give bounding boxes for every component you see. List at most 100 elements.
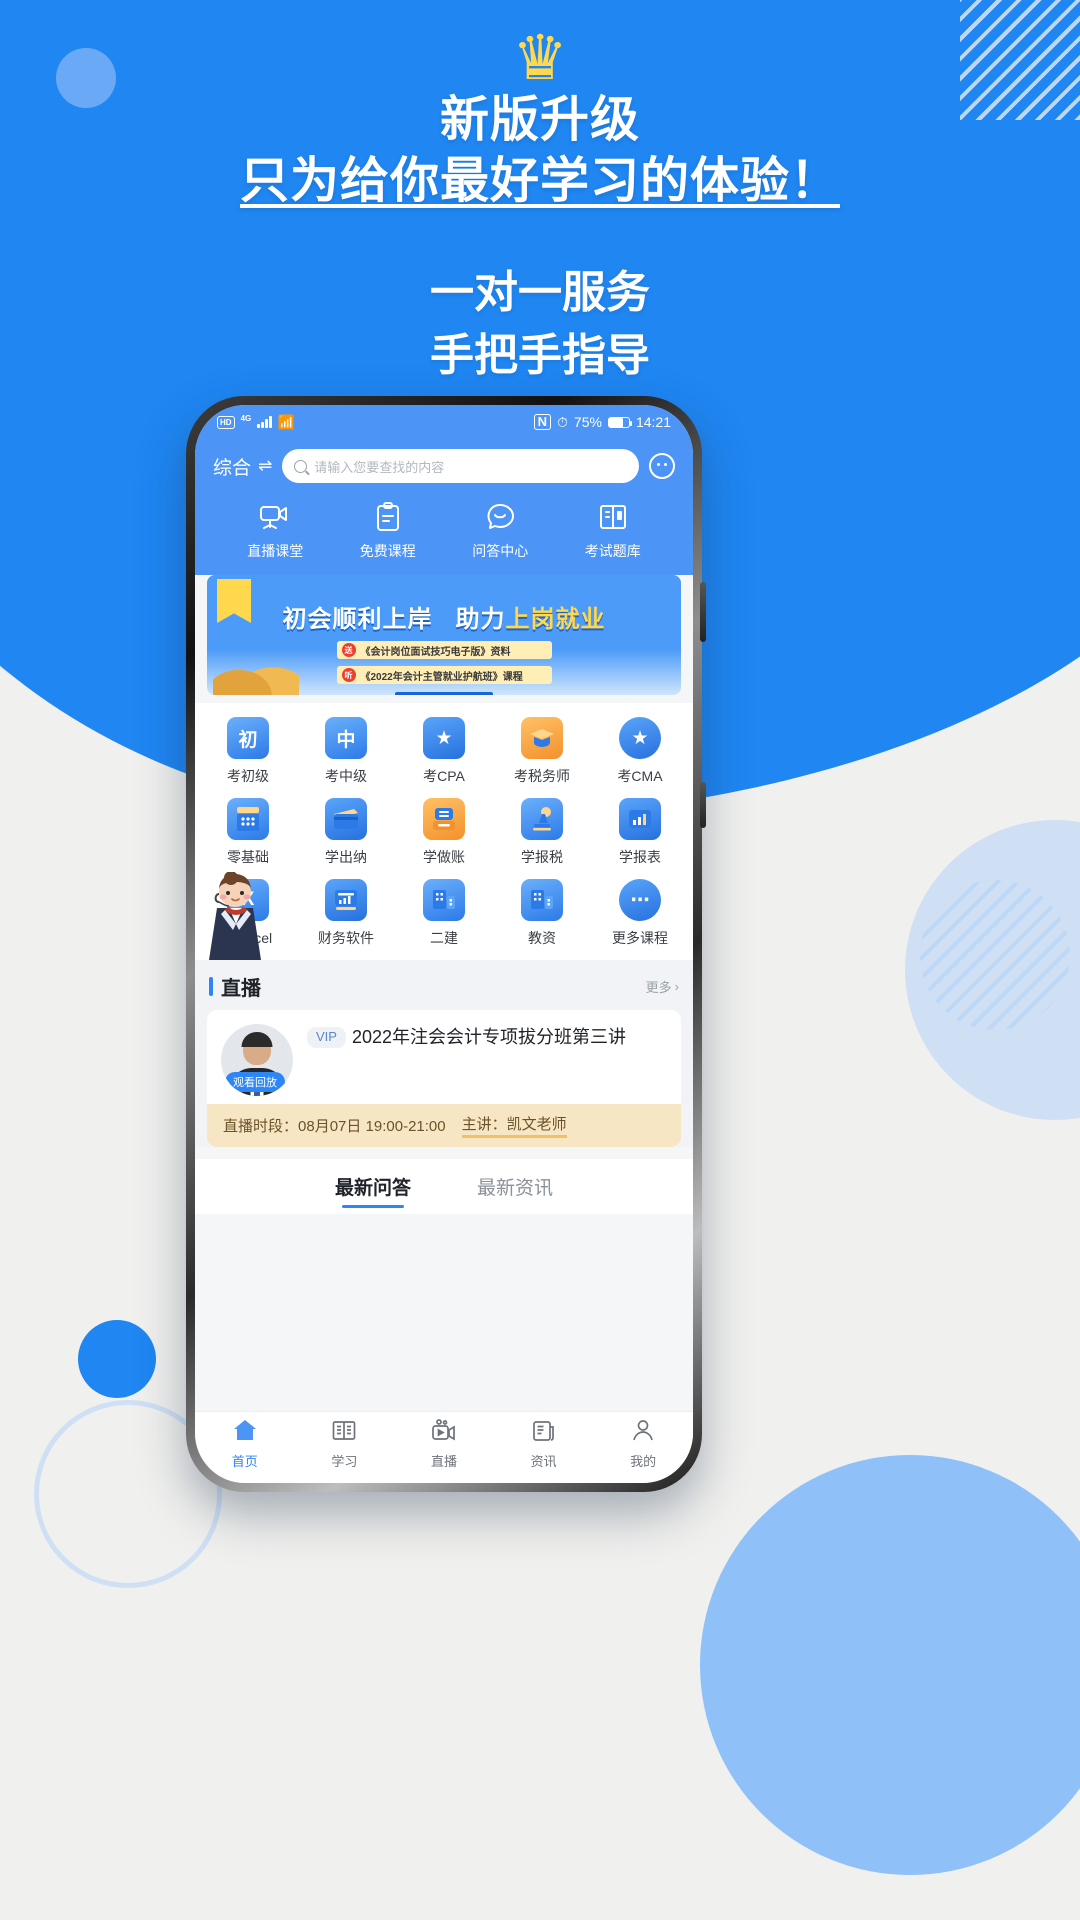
- search-input[interactable]: 请输入您要查找的内容: [282, 449, 639, 483]
- hero-headline: 新版升级 只为给你最好学习的体验！: [0, 90, 1080, 213]
- banner-gift-line: 送 《会计岗位面试技巧电子版》资料: [336, 641, 552, 659]
- course-item-more[interactable]: ⋯ 更多课程: [591, 879, 689, 948]
- listen-badge-icon: 听: [341, 668, 356, 682]
- app-header: 综合 ⇌ 请输入您要查找的内容 直播课堂 免费课程 问答中心 考试题库: [195, 439, 693, 575]
- course-item-chuna[interactable]: 学出纳: [297, 798, 395, 867]
- host-label: 主讲：: [461, 1116, 507, 1133]
- live-course-title: 2022年注会会计专项拔分班第三讲: [351, 1027, 627, 1047]
- search-placeholder: 请输入您要查找的内容: [314, 459, 445, 475]
- phone-power-button: [700, 782, 706, 828]
- course-item-zuozhang[interactable]: 学做账: [395, 798, 493, 867]
- search-icon: [294, 459, 308, 473]
- live-schedule: 直播时段：08月07日 19:00-21:00: [223, 1115, 446, 1136]
- course-item-label: 零基础: [227, 849, 269, 865]
- bar-chart-icon: [619, 798, 661, 840]
- quick-action-label: 考试题库: [584, 543, 641, 559]
- nav-item-label: 资讯: [530, 1453, 557, 1469]
- crown-icon: ♛: [512, 24, 568, 93]
- hero-line-1: 新版升级: [439, 93, 640, 147]
- banner-title-b: 助力: [455, 606, 506, 633]
- nav-item-home[interactable]: 首页: [195, 1419, 295, 1470]
- leaf-decoration: [213, 649, 299, 695]
- live-schedule-bar: 直播时段：08月07日 19:00-21:00 主讲：凯文老师: [207, 1104, 681, 1147]
- banner-title: 初会顺利上岸 助力上岗就业: [207, 575, 681, 634]
- nav-item-live[interactable]: 直播: [394, 1419, 494, 1470]
- phone-screen: HD 4G 📶 N ⏱ 75% 14:21 综合 ⇌ 请输入您要查找的内容 直播…: [195, 405, 693, 1483]
- nav-item-news[interactable]: 资讯: [494, 1420, 594, 1470]
- live-more-link[interactable]: 更多 ›: [646, 977, 679, 996]
- briefcase-chu-icon: 初: [227, 717, 269, 759]
- mascot-assistant-icon[interactable]: [201, 872, 271, 960]
- hero-sub-1: 一对一服务: [430, 267, 650, 317]
- course-item-label: 考中级: [325, 768, 367, 784]
- quick-action-qa-center[interactable]: 问答中心: [444, 499, 557, 561]
- calculator-icon: [227, 798, 269, 840]
- banner-cta-button[interactable]: 立即领取: [395, 692, 493, 695]
- status-bar-right: N ⏱ 75% 14:21: [533, 414, 671, 431]
- decorative-circle-bottomright: [700, 1455, 1080, 1875]
- category-label: 综合: [213, 457, 252, 479]
- more-dots-icon: ⋯: [619, 879, 661, 921]
- nav-item-mine[interactable]: 我的: [593, 1419, 693, 1470]
- quick-action-free-course[interactable]: 免费课程: [332, 499, 445, 561]
- course-item-erjian[interactable]: 二建: [395, 879, 493, 948]
- quick-action-label: 问答中心: [472, 543, 529, 559]
- course-grid-row: X 学Excel 财务软件 二建: [199, 879, 689, 948]
- replay-button[interactable]: 观看回放: [225, 1072, 285, 1092]
- chart-screen-icon: [325, 879, 367, 921]
- nav-item-label: 学习: [331, 1453, 358, 1469]
- status-bar-left: HD 4G 📶: [217, 414, 296, 430]
- phone-volume-button: [700, 582, 706, 642]
- bottom-navigation: 首页 学习 直播 资讯 我的: [195, 1411, 693, 1483]
- course-item-label: 考初级: [227, 768, 269, 784]
- content-tabs: 最新问答 最新资讯: [195, 1159, 693, 1214]
- banner-listen-text: 《2022年会计主管就业护航班》课程: [360, 671, 523, 683]
- course-item-jiaozi[interactable]: 教资: [493, 879, 591, 948]
- course-item-label: 学出纳: [325, 849, 367, 865]
- live-card[interactable]: 观看回放 VIP 2022年注会会计专项拔分班第三讲: [207, 1010, 681, 1104]
- course-item-lingjichu[interactable]: 零基础: [199, 798, 297, 867]
- course-item-zhongji[interactable]: 中 考中级: [297, 717, 395, 786]
- course-item-label: 学做账: [423, 849, 465, 865]
- course-grid-row: 零基础 学出纳 学做账 学报税 学报表: [199, 798, 689, 867]
- quick-action-live-class[interactable]: 直播课堂: [219, 499, 332, 561]
- course-item-shuiwushi[interactable]: 考税务师: [493, 717, 591, 786]
- building-icon: [423, 879, 465, 921]
- news-icon: [494, 1420, 594, 1449]
- course-item-label: 学报表: [619, 849, 661, 865]
- nfc-icon: N: [533, 414, 551, 430]
- course-item-caiwu-ruanjian[interactable]: 财务软件: [297, 879, 395, 948]
- schedule-value: 08月07日 19:00-21:00: [298, 1118, 446, 1135]
- wifi-icon: 📶: [277, 414, 296, 430]
- nav-item-study[interactable]: 学习: [295, 1420, 395, 1470]
- live-host: 主讲：凯文老师: [461, 1113, 567, 1138]
- switch-icon: ⇌: [258, 456, 273, 475]
- tab-latest-qa[interactable]: 最新问答: [335, 1173, 411, 1208]
- shield-star-icon: ★: [423, 717, 465, 759]
- course-item-chuji[interactable]: 初 考初级: [199, 717, 297, 786]
- schedule-label: 直播时段：: [223, 1118, 299, 1135]
- banner-listen-line: 听 《2022年会计主管就业护航班》课程: [336, 666, 552, 684]
- course-item-cpa[interactable]: ★ 考CPA: [395, 717, 493, 786]
- course-item-label: 考CMA: [617, 768, 663, 784]
- chat-bubble-icon: [444, 499, 557, 535]
- course-item-baoshui[interactable]: 学报税: [493, 798, 591, 867]
- gift-badge-icon: 送: [341, 643, 356, 657]
- quick-action-question-bank[interactable]: 考试题库: [557, 499, 670, 561]
- hero-sub-2-wrap: 手把手指导: [420, 324, 660, 390]
- hero-sub-2: 手把手指导: [430, 331, 650, 381]
- phone-mockup: HD 4G 📶 N ⏱ 75% 14:21 综合 ⇌ 请输入您要查找的内容 直播…: [186, 396, 706, 1492]
- category-selector[interactable]: 综合 ⇌: [213, 453, 272, 480]
- promo-banner[interactable]: 初会顺利上岸 助力上岗就业 送 《会计岗位面试技巧电子版》资料 听 《2022年…: [207, 575, 681, 695]
- quick-action-label: 直播课堂: [247, 543, 304, 559]
- tab-latest-news[interactable]: 最新资讯: [477, 1173, 553, 1208]
- ledger-icon: [423, 798, 465, 840]
- medal-star-icon: ★: [619, 717, 661, 759]
- face-icon[interactable]: [649, 453, 675, 479]
- course-item-baobiao[interactable]: 学报表: [591, 798, 689, 867]
- status-bar: HD 4G 📶 N ⏱ 75% 14:21: [195, 405, 693, 439]
- live-section-title: 直播: [209, 972, 261, 1001]
- course-item-cma[interactable]: ★ 考CMA: [591, 717, 689, 786]
- signal-bars-icon: [257, 416, 272, 428]
- live-section-header: 直播 更多 ›: [207, 972, 681, 1010]
